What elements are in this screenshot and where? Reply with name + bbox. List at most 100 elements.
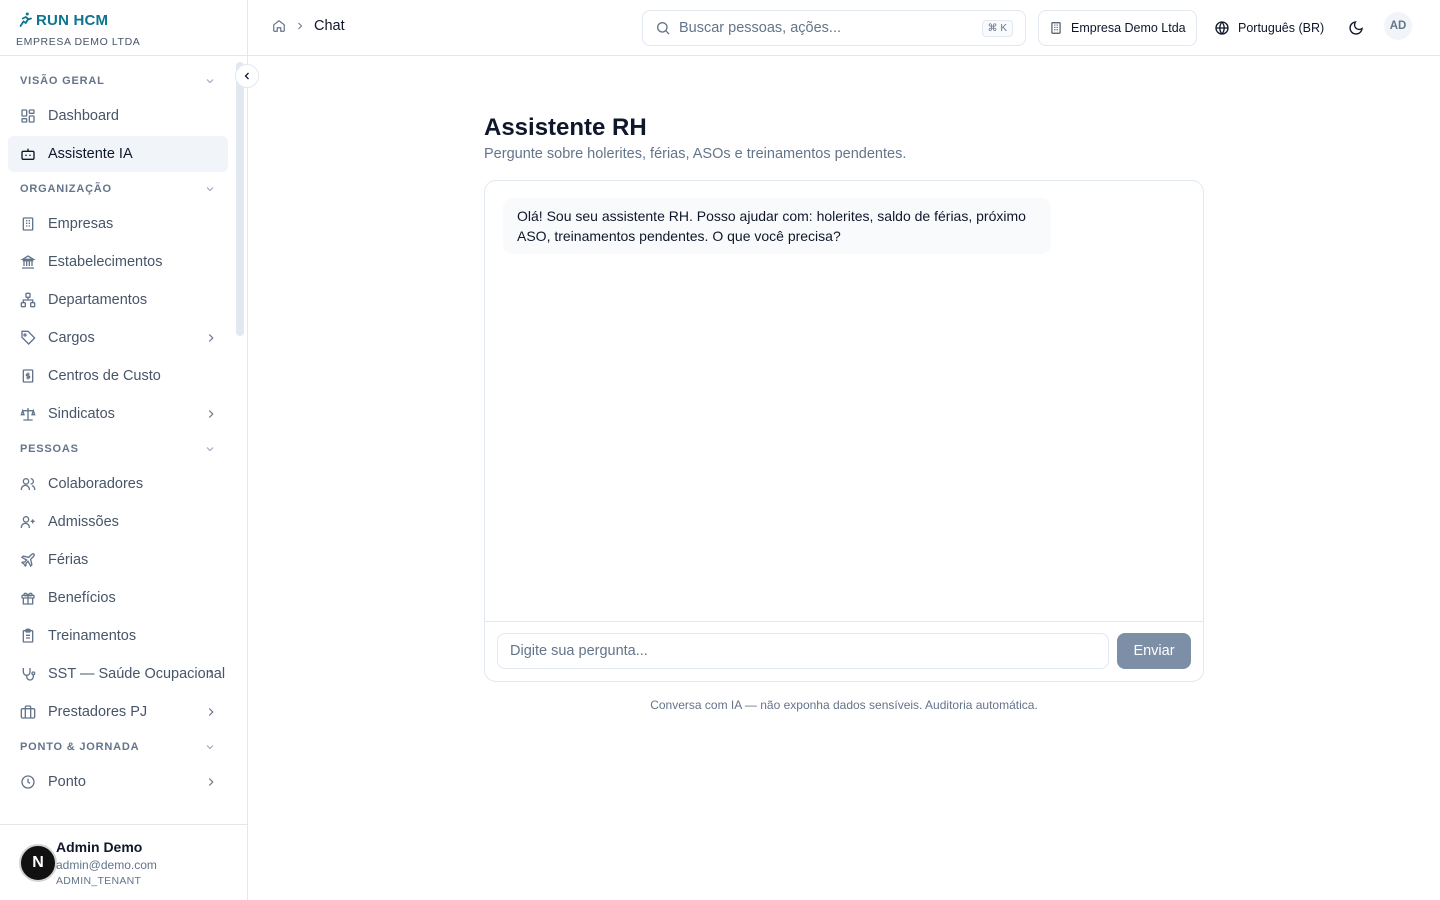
user-plus-icon [20,516,35,528]
sidebar-item-sindicatos[interactable]: Sindicatos [8,396,228,432]
user-role: ADMIN_TENANT [56,875,142,887]
sidebar-item-label: Estabelecimentos [48,254,163,270]
avatar[interactable]: N [19,844,57,882]
theme-toggle-button[interactable] [1345,17,1367,39]
chevron-right-icon [298,22,303,30]
section-ponto-jornada[interactable]: PONTO & JORNADA [8,732,228,762]
sidebar-item-assistente-ia[interactable]: Assistente IA [8,136,228,172]
sidebar-item-cargos[interactable]: Cargos [8,320,228,356]
tag-icon [21,330,36,345]
stethoscope-icon [22,668,36,681]
landmark-icon [20,255,36,269]
search-icon [657,22,670,35]
clock-icon [21,775,35,789]
network-icon [20,292,36,308]
runner-logo-icon [19,12,32,27]
brand-logo: RUN HCM [16,8,231,32]
header-avatar[interactable]: AD [1384,12,1412,40]
briefcase-icon [20,705,36,719]
sidebar-item-label: Dashboard [48,108,119,124]
search-input[interactable]: Buscar pessoas, ações... ⌘ K [642,10,1026,46]
sidebar-item-label: Sindicatos [48,406,115,422]
sidebar-item-beneficios[interactable]: Benefícios [8,580,228,616]
chevron-down-icon [206,79,214,84]
language-selector-button[interactable]: Português (BR) [1208,10,1330,46]
sidebar-item-colaboradores[interactable]: Colaboradores [8,466,228,502]
company-name: Empresa Demo Ltda [1071,21,1186,35]
sidebar-item-centros-de-custo[interactable]: Centros de Custo [8,358,228,394]
building-icon [1051,22,1061,34]
chevron-left-icon [244,72,249,80]
bot-icon [21,148,35,160]
section-organizacao[interactable]: ORGANIZAÇÃO [8,174,228,204]
breadcrumb: Chat [272,18,345,34]
sidebar-item-label: Treinamentos [48,628,137,644]
chat-input[interactable] [497,633,1109,669]
user-name: Admin Demo [56,839,143,855]
sidebar-item-label: Benefícios [48,590,116,606]
company-selector-button[interactable]: Empresa Demo Ltda [1038,10,1197,46]
brand[interactable]: RUN HCM EMPRESA DEMO LTDA [0,0,247,56]
page-subtitle: Pergunte sobre holerites, férias, ASOs e… [484,146,907,162]
chevron-down-icon [206,447,214,452]
chevron-right-icon [208,334,214,342]
plane-icon [20,553,35,568]
sidebar-item-departamentos[interactable]: Departamentos [8,282,228,318]
globe-icon [1215,21,1229,35]
home-icon[interactable] [272,19,286,33]
chevron-right-icon [208,410,214,418]
section-title: VISÃO GERAL [20,75,105,87]
sidebar-item-prestadores-pj[interactable]: Prestadores PJ [8,694,228,730]
search-placeholder: Buscar pessoas, ações... [679,20,841,36]
brand-name: RUN HCM [36,11,109,29]
sidebar-item-label: Prestadores PJ [48,704,148,720]
chevron-down-icon [206,187,214,192]
chevron-right-icon [208,670,214,678]
building-icon [22,217,34,231]
sidebar-item-label: Centros de Custo [48,368,161,384]
sidebar-item-dashboard[interactable]: Dashboard [8,98,228,134]
gift-icon [21,592,35,605]
sidebar-item-label: Férias [48,552,89,568]
collapse-sidebar-button[interactable] [235,64,259,88]
sidebar-item-sst[interactable]: SST — Saúde Ocupacional [8,656,228,692]
top-header: Chat Buscar pessoas, ações... ⌘ K Empres… [248,0,1440,56]
search-shortcut: ⌘ K [981,19,1013,37]
sidebar: RUN HCM EMPRESA DEMO LTDA VISÃO GERAL Da… [0,0,248,900]
breadcrumb-current: Chat [314,18,345,34]
section-pessoas[interactable]: PESSOAS [8,434,228,464]
language-label: Português (BR) [1238,21,1325,35]
sidebar-item-label: Assistente IA [48,146,133,162]
user-menu[interactable]: N Admin Demo admin@demo.com ADMIN_TENANT [0,824,247,900]
sidebar-item-label: Ponto [48,774,86,790]
chevron-right-icon [208,778,214,786]
sidebar-item-ferias[interactable]: Férias [8,542,228,578]
sidebar-item-empresas[interactable]: Empresas [8,206,228,242]
chat-divider [485,621,1203,622]
clipboard-icon [22,628,34,643]
sidebar-item-label: Empresas [48,216,114,232]
sidebar-item-label: Colaboradores [48,476,144,492]
user-email: admin@demo.com [56,858,157,872]
moon-icon [1349,21,1363,35]
section-visao-geral[interactable]: VISÃO GERAL [8,66,228,96]
send-button[interactable]: Enviar [1117,633,1191,669]
sidebar-item-admissoes[interactable]: Admissões [8,504,228,540]
section-title: ORGANIZAÇÃO [20,183,112,195]
sidebar-item-estabelecimentos[interactable]: Estabelecimentos [8,244,228,280]
brand-company: EMPRESA DEMO LTDA [16,36,141,48]
sidebar-item-label: Departamentos [48,292,148,308]
sidebar-nav: VISÃO GERAL Dashboard Assistente IA ORGA… [0,56,236,824]
chevron-right-icon [208,708,214,716]
chevron-down-icon [206,745,214,750]
section-title: PONTO & JORNADA [20,741,140,753]
chat-panel: Olá! Sou seu assistente RH. Posso ajudar… [484,180,1204,682]
sidebar-item-ponto[interactable]: Ponto [8,764,228,800]
ai-disclaimer: Conversa com IA — não exponha dados sens… [650,698,1038,712]
sidebar-item-label: SST — Saúde Ocupacional [48,666,226,682]
receipt-icon [22,369,34,383]
users-icon [20,478,36,490]
sidebar-item-treinamentos[interactable]: Treinamentos [8,618,228,654]
sidebar-scrollbar[interactable] [236,62,244,336]
grid-icon [21,109,35,123]
